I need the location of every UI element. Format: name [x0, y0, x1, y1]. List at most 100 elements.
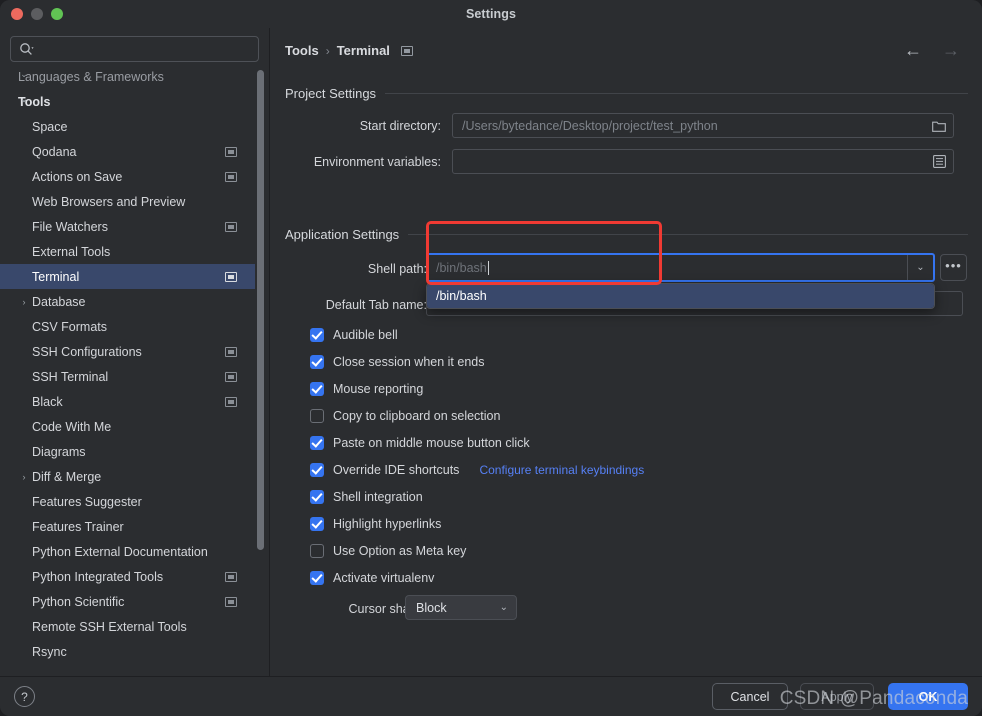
sidebar-item-external-tools[interactable]: External Tools — [0, 239, 255, 264]
sidebar-item-remote-ssh-external-tools[interactable]: Remote SSH External Tools — [0, 614, 255, 639]
checkbox-input[interactable] — [310, 355, 324, 369]
sidebar-item-black[interactable]: Black — [0, 389, 255, 414]
settings-main-pane: Tools › Terminal ← → Project Settings St… — [271, 28, 982, 676]
cancel-button[interactable]: Cancel — [712, 683, 788, 710]
checkbox-row-shell-integration[interactable]: Shell integration — [310, 490, 423, 504]
chevron-right-icon[interactable]: › — [18, 472, 30, 482]
sidebar-item-features-trainer[interactable]: Features Trainer — [0, 514, 255, 539]
project-scope-icon — [225, 346, 237, 357]
checkbox-row-audible-bell[interactable]: Audible bell — [310, 328, 398, 342]
checkbox-input[interactable] — [310, 517, 324, 531]
list-icon[interactable] — [931, 155, 947, 168]
checkbox-input[interactable] — [310, 328, 324, 342]
checkbox-row-use-option-as-meta-key[interactable]: Use Option as Meta key — [310, 544, 466, 558]
help-button[interactable]: ? — [14, 686, 35, 707]
sidebar-scrollbar[interactable] — [257, 70, 264, 660]
application-settings-header: Application Settings — [285, 227, 968, 242]
checkbox-input[interactable] — [310, 463, 324, 477]
sidebar-item-ssh-configurations[interactable]: SSH Configurations — [0, 339, 255, 364]
sidebar-item-python-integrated-tools[interactable]: Python Integrated Tools — [0, 564, 255, 589]
breadcrumb-root[interactable]: Tools — [285, 43, 319, 58]
sidebar-item-label: Diff & Merge — [32, 469, 102, 484]
project-scope-icon — [225, 371, 237, 382]
start-directory-input[interactable]: /Users/bytedance/Desktop/project/test_py… — [452, 113, 954, 138]
checkbox-input[interactable] — [310, 544, 324, 558]
project-settings-title: Project Settings — [285, 86, 377, 101]
checkbox-label: Mouse reporting — [333, 382, 424, 396]
traffic-lights — [11, 8, 63, 20]
search-box[interactable] — [10, 36, 259, 62]
checkbox-row-close-session-when-it-ends[interactable]: Close session when it ends — [310, 355, 484, 369]
sidebar-item-actions-on-save[interactable]: Actions on Save — [0, 164, 255, 189]
chevron-down-icon[interactable]: ⌄ — [18, 94, 30, 105]
sidebar-scrollbar-thumb[interactable] — [257, 70, 264, 550]
project-scope-icon — [225, 221, 237, 232]
checkbox-input[interactable] — [310, 571, 324, 585]
sidebar-item-terminal[interactable]: Terminal — [0, 264, 255, 289]
checkbox-input[interactable] — [310, 490, 324, 504]
chevron-down-icon[interactable]: ⌄ — [18, 69, 30, 80]
sidebar-item-diagrams[interactable]: Diagrams — [0, 439, 255, 464]
chevron-down-icon: ⌄ — [499, 602, 508, 613]
sidebar-item-tools[interactable]: ⌄ Tools — [0, 89, 255, 114]
sidebar-item-python-external-documentation[interactable]: Python External Documentation — [0, 539, 255, 564]
sidebar-item-code-with-me[interactable]: Code With Me — [0, 414, 255, 439]
sidebar-item-languages-frameworks[interactable]: ⌄ Languages & Frameworks — [0, 68, 255, 89]
sidebar-item-features-suggester[interactable]: Features Suggester — [0, 489, 255, 514]
checkbox-row-paste-on-middle-mouse-button-click[interactable]: Paste on middle mouse button click — [310, 436, 530, 450]
configure-keybindings-link[interactable]: Configure terminal keybindings — [479, 463, 644, 477]
sidebar-item-label: External Tools — [32, 244, 111, 259]
sidebar-item-label: Qodana — [32, 144, 77, 159]
checkbox-row-override-ide-shortcuts[interactable]: Override IDE shortcuts Configure terminal… — [310, 463, 644, 477]
close-window-button[interactable] — [11, 8, 23, 20]
minimize-window-button[interactable] — [31, 8, 43, 20]
settings-sidebar: ⌄ Languages & Frameworks ⌄ Tools Space Qodana… — [0, 28, 270, 676]
shell-path-value: /bin/bash — [436, 260, 489, 275]
checkbox-row-activate-virtualenv[interactable]: Activate virtualenv — [310, 571, 434, 585]
settings-tree-items: ⌄ Languages & Frameworks ⌄ Tools Space Qodana… — [0, 68, 255, 664]
chevron-down-icon[interactable]: ⌄ — [907, 255, 933, 280]
sidebar-item-space[interactable]: Space — [0, 114, 255, 139]
history-navigation: ← → — [904, 41, 960, 59]
shell-path-option[interactable]: /bin/bash — [427, 284, 934, 308]
breadcrumb-separator: › — [325, 43, 330, 58]
apply-button[interactable]: Apply — [800, 683, 874, 710]
back-arrow-icon[interactable]: ← — [904, 41, 922, 59]
checkbox-input[interactable] — [310, 436, 324, 450]
checkbox-label: Shell integration — [333, 490, 423, 504]
checkbox-input[interactable] — [310, 409, 324, 423]
sidebar-item-rsync[interactable]: Rsync — [0, 639, 255, 664]
search-icon — [20, 42, 34, 55]
checkbox-input[interactable] — [310, 382, 324, 396]
ok-button[interactable]: OK — [888, 683, 968, 710]
sidebar-item-label: Diagrams — [32, 444, 86, 459]
project-scope-icon — [225, 596, 237, 607]
checkbox-label: Audible bell — [333, 328, 398, 342]
sidebar-item-label: Code With Me — [32, 419, 112, 434]
sidebar-item-diff-merge[interactable]: › Diff & Merge — [0, 464, 255, 489]
environment-variables-input[interactable] — [452, 149, 954, 174]
breadcrumb-current: Terminal — [336, 43, 390, 58]
sidebar-item-python-scientific[interactable]: Python Scientific — [0, 589, 255, 614]
shell-path-dropdown-list[interactable]: /bin/bash — [426, 283, 935, 309]
sidebar-item-qodana[interactable]: Qodana — [0, 139, 255, 164]
maximize-window-button[interactable] — [51, 8, 63, 20]
dialog-footer: ? Cancel Apply OK — [0, 676, 982, 716]
sidebar-item-ssh-terminal[interactable]: SSH Terminal — [0, 364, 255, 389]
sidebar-item-csv-formats[interactable]: CSV Formats — [0, 314, 255, 339]
checkbox-row-mouse-reporting[interactable]: Mouse reporting — [310, 382, 423, 396]
checkbox-row-copy-to-clipboard-on-selection[interactable]: Copy to clipboard on selection — [310, 409, 500, 423]
forward-arrow-icon[interactable]: → — [942, 41, 960, 59]
sidebar-item-web-browsers-and-preview[interactable]: Web Browsers and Preview — [0, 189, 255, 214]
sidebar-item-file-watchers[interactable]: File Watchers — [0, 214, 255, 239]
chevron-right-icon[interactable]: › — [18, 297, 30, 307]
sidebar-item-database[interactable]: › Database — [0, 289, 255, 314]
cursor-shape-select[interactable]: Block ⌄ — [405, 595, 517, 620]
folder-icon[interactable] — [931, 120, 947, 132]
checkbox-row-highlight-hyperlinks[interactable]: Highlight hyperlinks — [310, 517, 441, 531]
shell-path-browse-button[interactable]: ••• — [940, 254, 967, 281]
search-input[interactable] — [34, 42, 258, 56]
settings-window: Settings ⌄ Languages & Frameworks ⌄ Tools Sp… — [0, 0, 982, 716]
application-settings-title: Application Settings — [285, 227, 400, 242]
shell-path-combobox[interactable]: /bin/bash ⌄ — [426, 253, 935, 282]
